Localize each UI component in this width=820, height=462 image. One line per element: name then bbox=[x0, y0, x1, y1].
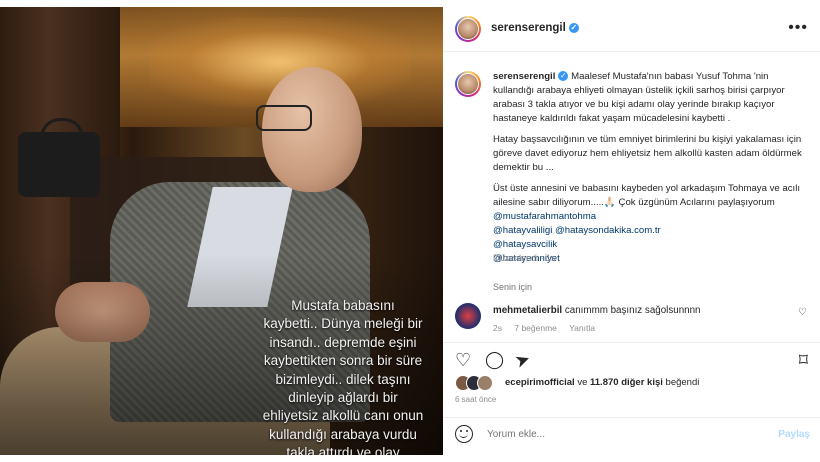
emoji-icon[interactable] bbox=[455, 425, 473, 443]
post-details-panel: serenserengil ✓ ••• serenserengil ✓ Maales… bbox=[443, 7, 820, 455]
comment-likes[interactable]: 7 beğenme bbox=[514, 323, 557, 333]
caption-paragraph-3: Üst üste annesini ve babasını kaybeden y… bbox=[493, 183, 800, 208]
liker-username[interactable]: ecepirimofficial bbox=[505, 377, 575, 388]
for-you-label[interactable]: Senin için bbox=[493, 282, 532, 292]
post-caption: serenserengil ✓ Maalesef Mustafa'nın baba… bbox=[493, 70, 808, 266]
caption-username[interactable]: serenserengil bbox=[493, 71, 555, 82]
post-comment-button[interactable]: Paylaş bbox=[778, 429, 810, 440]
comment-icon[interactable]: ◯ bbox=[485, 348, 504, 372]
mention-hataysondakika[interactable]: @hataysondakika.com.tr bbox=[555, 225, 661, 236]
mention-hataysavcilik[interactable]: @hataysavcilik bbox=[493, 238, 808, 252]
verified-icon: ✓ bbox=[558, 71, 569, 81]
post-timestamp: 6 saat önce bbox=[455, 395, 497, 404]
comment-text: canımmm başınız sağolsunnnn bbox=[564, 305, 701, 316]
post-header: serenserengil ✓ ••• bbox=[443, 7, 820, 52]
save-icon[interactable]: ⌑ bbox=[799, 348, 808, 372]
caption-author-avatar[interactable] bbox=[455, 71, 481, 97]
author-avatar[interactable] bbox=[455, 16, 481, 42]
liker-avatar bbox=[477, 375, 493, 391]
post-photo[interactable]: Mustafa babasını kaybetti.. Dünya meleği… bbox=[0, 7, 443, 455]
like-icon[interactable]: ♡ bbox=[455, 348, 471, 372]
add-comment-bar: Paylaş bbox=[443, 417, 820, 456]
comment-reply-button[interactable]: Yanıtla bbox=[569, 323, 595, 333]
share-icon[interactable]: ➤ bbox=[511, 346, 533, 374]
mention-hatayvaliligi[interactable]: @hatayvaliligi bbox=[493, 225, 552, 236]
likes-count[interactable]: 11.870 diğer kişi bbox=[590, 377, 663, 388]
more-options-icon[interactable]: ••• bbox=[788, 19, 808, 37]
caption-paragraph-2: Hatay başsavcılığının ve tüm emniyet bir… bbox=[493, 134, 802, 173]
comment-item: mehmetalierbil canımmm başınız sağolsunn… bbox=[455, 303, 815, 343]
comment-input[interactable] bbox=[485, 428, 759, 441]
verified-icon: ✓ bbox=[568, 23, 579, 33]
comment-time: 2s bbox=[493, 323, 502, 333]
commenter-avatar[interactable] bbox=[455, 303, 481, 329]
comment-like-icon[interactable]: ♡ bbox=[798, 307, 807, 318]
action-bar: ♡ ◯ ➤ ⌑ bbox=[443, 342, 820, 379]
mention-mustafarahmantohma[interactable]: @mustafarahmantohma bbox=[493, 211, 596, 222]
commenter-username[interactable]: mehmetalierbil bbox=[493, 305, 562, 316]
edited-label: Düzenlendi · 1s bbox=[493, 253, 556, 263]
post-modal: Mustafa babasını kaybetti.. Dünya meleği… bbox=[0, 0, 820, 462]
author-username[interactable]: serenserengil ✓ bbox=[491, 22, 579, 34]
story-overlay-text: Mustafa babasını kaybetti.. Dünya meleği… bbox=[262, 298, 424, 455]
